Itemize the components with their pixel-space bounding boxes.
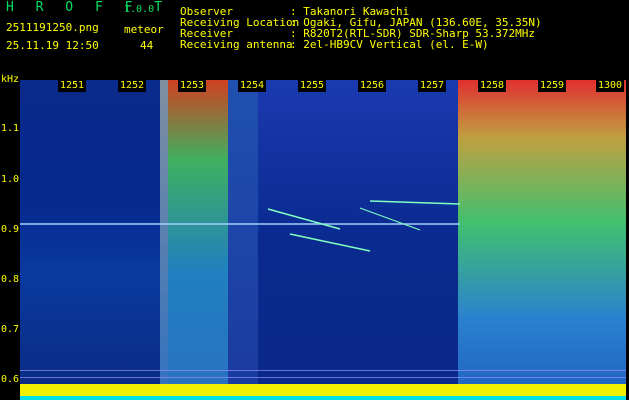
antenna-label: Receiving antenna [180, 38, 293, 51]
meteor-count: 44 [140, 39, 154, 52]
time-tick-label: 1258 [478, 80, 507, 92]
time-tick-label: 1259 [538, 80, 567, 92]
meteor-trails [20, 200, 461, 252]
baseline-bar [20, 396, 626, 400]
y-tick-label: 0.7 [1, 324, 20, 335]
time-tick-label: 1300 [596, 80, 625, 92]
y-unit-label: kHz [1, 74, 20, 85]
mode-label: meteor [124, 23, 164, 36]
time-tick-label: 1253 [178, 80, 207, 92]
time-tick-label: 1255 [298, 80, 327, 92]
y-tick-label: 1.0 [1, 174, 20, 185]
filename: 2511191250.png [6, 21, 99, 34]
y-tick-label: 0.8 [1, 274, 20, 285]
spectrogram [20, 80, 626, 400]
header-panel: H R O F F T 1.0.0 2511191250.png meteor … [0, 0, 629, 80]
y-tick-label: 1.1 [1, 123, 20, 134]
time-tick-label: 1252 [118, 80, 147, 92]
y-tick-label: 0.9 [1, 224, 20, 235]
app-version: 1.0.0 [124, 4, 155, 15]
time-tick-label: 1257 [418, 80, 447, 92]
datetime: 25.11.19 12:50 [6, 39, 99, 52]
antenna-value: : 2el-HB9CV Vertical (el. E-W) [290, 38, 489, 51]
time-tick-label: 1251 [58, 80, 87, 92]
time-tick-label: 1254 [238, 80, 267, 92]
time-tick-label: 1256 [358, 80, 387, 92]
y-tick-label: 0.6 [1, 374, 20, 385]
